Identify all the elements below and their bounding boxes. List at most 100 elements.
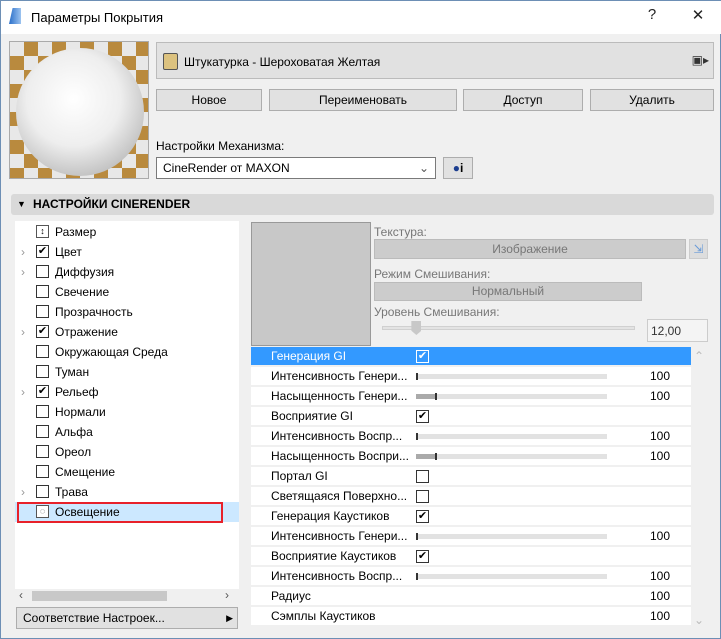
size-icon: ↕ (36, 225, 49, 238)
vertical-scrollbar[interactable]: ⌃ ⌄ (691, 347, 708, 627)
property-slider[interactable] (416, 433, 607, 440)
access-button[interactable]: Доступ (463, 89, 583, 111)
expand-chevron-icon[interactable]: › (21, 242, 25, 262)
channel-item[interactable]: Нормали (15, 402, 239, 422)
property-slider[interactable] (416, 573, 607, 580)
property-row[interactable]: Насыщенность Генери... 100 (251, 387, 691, 407)
property-row[interactable]: Интенсивность Генери... 100 (251, 527, 691, 547)
scroll-left-icon[interactable]: ‹ (19, 588, 23, 602)
channel-checkbox[interactable]: ✔ (36, 245, 49, 258)
blend-level-input[interactable]: 12,00 (647, 319, 708, 342)
texture-browse-icon[interactable]: ⇲ (689, 239, 708, 259)
title-bar: Параметры Покрытия ? ✕ (1, 1, 721, 34)
rename-button[interactable]: Переименовать (269, 89, 457, 111)
property-row[interactable]: Генерация GI ✔ (251, 347, 691, 367)
highlight-box (17, 502, 223, 523)
channel-checkbox[interactable] (36, 305, 49, 318)
channel-label: Туман (55, 365, 90, 379)
engine-select[interactable]: CineRender от MAXON ⌄ (156, 157, 436, 179)
new-button[interactable]: Новое (156, 89, 262, 111)
property-row[interactable]: Интенсивность Генери... 100 (251, 367, 691, 387)
material-selector[interactable]: Штукатурка - Шероховатая Желтая ▣▸ (156, 42, 714, 79)
match-settings-label: Соответствие Настроек... (23, 611, 165, 625)
scroll-right-icon[interactable]: › (225, 588, 229, 602)
close-button[interactable]: ✕ (683, 6, 713, 24)
property-checkbox[interactable]: ✔ (416, 550, 429, 563)
channel-checkbox[interactable] (36, 465, 49, 478)
match-settings-button[interactable]: Соответствие Настроек... ▶ (16, 607, 238, 629)
property-checkbox[interactable]: ✔ (416, 410, 429, 423)
channel-item[interactable]: › ✔ Отражение (15, 322, 239, 342)
channel-checkbox[interactable] (36, 485, 49, 498)
property-checkbox[interactable] (416, 470, 429, 483)
delete-button[interactable]: Удалить (590, 89, 714, 111)
horizontal-scrollbar[interactable]: ‹ › (15, 588, 239, 603)
property-checkbox[interactable] (416, 490, 429, 503)
channel-label: Трава (55, 485, 88, 499)
property-row[interactable]: Портал GI (251, 467, 691, 487)
channel-checkbox[interactable] (36, 425, 49, 438)
channel-item[interactable]: › ✔ Цвет (15, 242, 239, 262)
cinerender-section-header[interactable]: ▼ НАСТРОЙКИ CINERENDER (11, 194, 714, 215)
channel-checkbox[interactable]: ✔ (36, 385, 49, 398)
property-row[interactable]: Генерация Каустиков ✔ (251, 507, 691, 527)
property-row[interactable]: Светящаяся Поверхно... (251, 487, 691, 507)
channel-item[interactable]: ↕ Размер (15, 222, 239, 242)
scroll-down-icon[interactable]: ⌄ (694, 613, 704, 627)
property-checkbox[interactable]: ✔ (416, 510, 429, 523)
channel-checkbox[interactable] (36, 265, 49, 278)
property-row[interactable]: Радиус 100 (251, 587, 691, 607)
slider-thumb[interactable] (416, 373, 418, 380)
property-row[interactable]: Интенсивность Воспр... 100 (251, 567, 691, 587)
app-logo-icon (9, 8, 21, 24)
channel-item[interactable]: Альфа (15, 422, 239, 442)
channel-label: Свечение (55, 285, 110, 299)
slider-thumb[interactable] (435, 393, 438, 400)
slider-thumb[interactable] (416, 533, 418, 540)
expand-chevron-icon[interactable]: › (21, 482, 25, 502)
slider-thumb[interactable] (411, 321, 422, 335)
property-slider[interactable] (416, 393, 607, 400)
property-checkbox[interactable]: ✔ (416, 350, 429, 363)
channel-item[interactable]: Смещение (15, 462, 239, 482)
property-label: Портал GI (271, 469, 328, 483)
slider-thumb[interactable] (416, 573, 418, 580)
property-row[interactable]: Интенсивность Воспр... 100 (251, 427, 691, 447)
channel-item[interactable]: Ореол (15, 442, 239, 462)
property-slider[interactable] (416, 533, 607, 540)
channel-item[interactable]: Туман (15, 362, 239, 382)
expand-chevron-icon[interactable]: › (21, 262, 25, 282)
property-row[interactable]: Сэмплы Каустиков 100 (251, 607, 691, 627)
channel-item[interactable]: Свечение (15, 282, 239, 302)
channel-checkbox[interactable]: ✔ (36, 325, 49, 338)
image-menu-icon[interactable]: ▣▸ (692, 53, 709, 67)
channel-item[interactable]: › ✔ Рельеф (15, 382, 239, 402)
channel-checkbox[interactable] (36, 405, 49, 418)
help-button[interactable]: ? (637, 6, 667, 23)
property-row[interactable]: Восприятие GI ✔ (251, 407, 691, 427)
blend-mode-select[interactable]: Нормальный (374, 282, 642, 301)
blend-level-slider[interactable] (382, 321, 635, 335)
channel-checkbox[interactable] (36, 285, 49, 298)
property-row[interactable]: Насыщенность Воспри... 100 (251, 447, 691, 467)
expand-chevron-icon[interactable]: › (21, 322, 25, 342)
slider-thumb[interactable] (435, 453, 438, 460)
scroll-up-icon[interactable]: ⌃ (694, 349, 704, 363)
channel-item[interactable]: Прозрачность (15, 302, 239, 322)
texture-image-button[interactable]: Изображение (374, 239, 686, 259)
property-slider[interactable] (416, 373, 607, 380)
property-row[interactable]: Восприятие Каустиков ✔ (251, 547, 691, 567)
channel-checkbox[interactable] (36, 445, 49, 458)
channel-item[interactable]: › Трава (15, 482, 239, 502)
scroll-thumb[interactable] (32, 591, 167, 601)
channel-checkbox[interactable] (36, 365, 49, 378)
channel-label: Смещение (55, 465, 116, 479)
channel-checkbox[interactable] (36, 345, 49, 358)
slider-thumb[interactable] (416, 433, 418, 440)
expand-chevron-icon[interactable]: › (21, 382, 25, 402)
property-slider[interactable] (416, 453, 607, 460)
channel-item[interactable]: Окружающая Среда (15, 342, 239, 362)
channel-item[interactable]: › Диффузия (15, 262, 239, 282)
channel-item[interactable]: ◌ Освещение (15, 502, 239, 523)
engine-info-button[interactable]: ●i (443, 157, 473, 179)
